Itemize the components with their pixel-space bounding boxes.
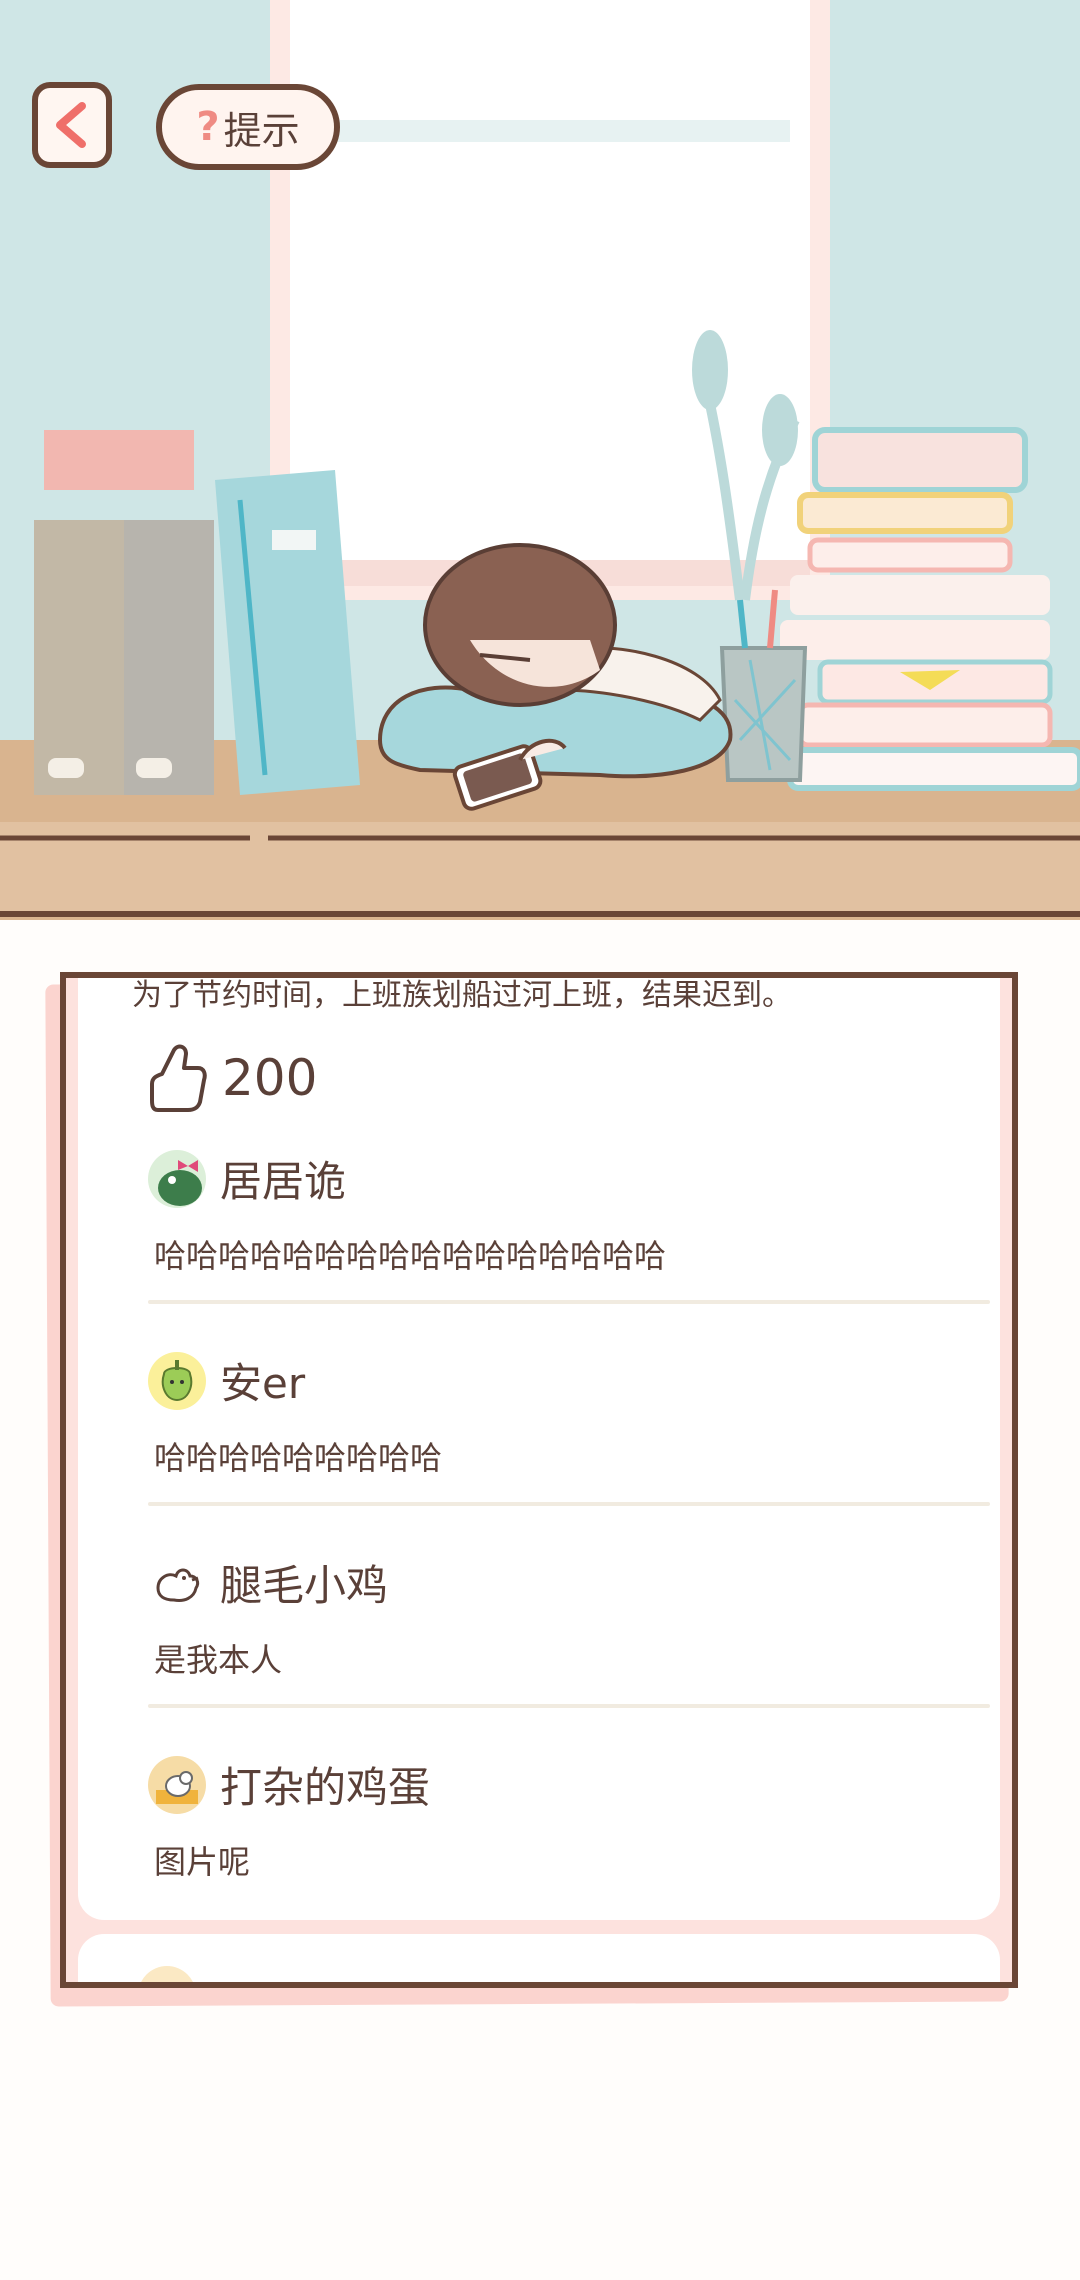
divider — [148, 1704, 990, 1708]
post-card: 为了节约时间，上班族划船过河上班，结果迟到。 200 居居诡 哈哈哈哈哈哈哈哈哈… — [78, 978, 1000, 1920]
cat-avatar — [148, 1755, 206, 1814]
commenter-name: 居居诡 — [220, 1157, 347, 1206]
back-button[interactable] — [32, 82, 112, 168]
comment-panel[interactable]: 为了节约时间，上班族划船过河上班，结果迟到。 200 居居诡 哈哈哈哈哈哈哈哈哈… — [60, 972, 1018, 1988]
question-mark-icon: ? — [196, 104, 220, 150]
next-post-card — [78, 1934, 1000, 1982]
avatar — [138, 1966, 196, 1982]
comment-item: 打杂的鸡蛋 图片呢 — [118, 1754, 978, 1883]
dinosaur-avatar — [148, 1149, 206, 1208]
comment-item: 安er 哈哈哈哈哈哈哈哈哈 — [118, 1350, 978, 1479]
comment-item: 居居诡 哈哈哈哈哈哈哈哈哈哈哈哈哈哈哈哈 — [118, 1148, 978, 1277]
hint-button[interactable]: ? 提示 — [156, 84, 340, 170]
comment-text: 哈哈哈哈哈哈哈哈哈 — [154, 1439, 443, 1477]
chick-icon — [148, 1553, 206, 1612]
divider — [148, 1502, 990, 1506]
comment-text: 图片呢 — [154, 1843, 251, 1881]
hint-label: 提示 — [223, 108, 300, 153]
commenter-name: 腿毛小鸡 — [220, 1561, 389, 1610]
commenter-name: 安er — [220, 1359, 306, 1408]
commenter-name: 打杂的鸡蛋 — [220, 1763, 431, 1812]
comment-item: 腿毛小鸡 是我本人 — [118, 1552, 978, 1681]
chevron-left-icon — [56, 102, 86, 148]
divider — [148, 1300, 990, 1304]
pepper-avatar — [148, 1351, 206, 1410]
thumbs-up-icon — [150, 1044, 207, 1112]
comment-text: 哈哈哈哈哈哈哈哈哈哈哈哈哈哈哈哈 — [154, 1237, 667, 1275]
scene-illustration: ? 提示 — [0, 0, 1080, 920]
post-story-text: 为了节约时间，上班族划船过河上班，结果迟到。 — [132, 978, 792, 1013]
like-count: 200 — [222, 1049, 318, 1107]
comment-text: 是我本人 — [154, 1641, 283, 1679]
like-button[interactable]: 200 — [148, 1044, 317, 1112]
